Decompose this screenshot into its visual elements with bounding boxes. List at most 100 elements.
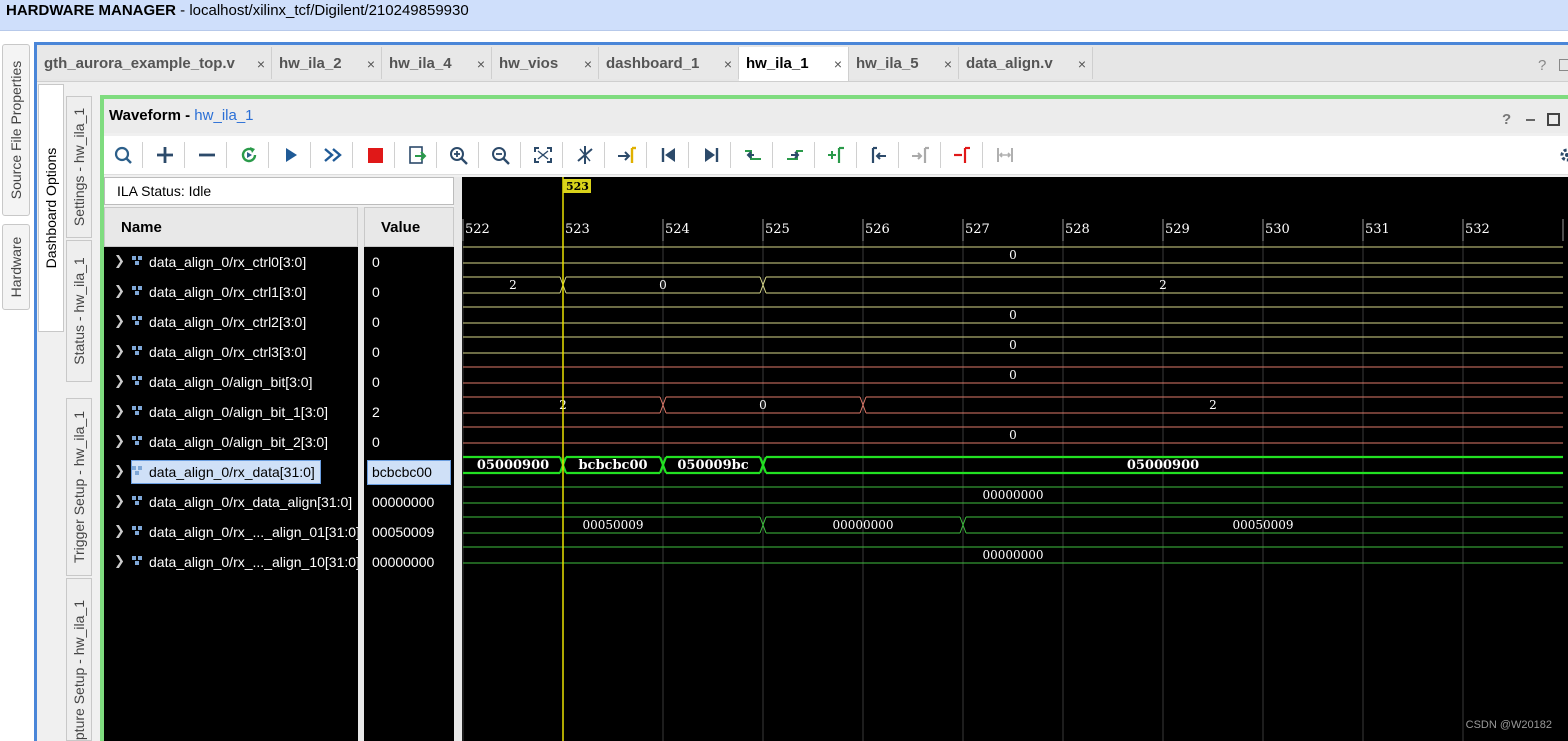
gear-icon[interactable] — [1554, 143, 1568, 167]
signal-value[interactable]: 00000000 — [364, 547, 454, 577]
minimize-icon[interactable] — [1526, 119, 1535, 121]
add-icon[interactable] — [152, 143, 178, 167]
search-icon[interactable] — [110, 143, 136, 167]
chevron-right-icon[interactable]: ❯ — [114, 493, 125, 509]
tab-trigger-setup-label: Trigger Setup - hw_ila_1 — [71, 410, 87, 564]
signal-value[interactable]: 2 — [364, 397, 454, 427]
refresh-icon[interactable] — [236, 143, 262, 167]
chevron-right-icon[interactable]: ❯ — [114, 343, 125, 359]
tab-trigger-setup-hw-ila-1[interactable]: Trigger Setup - hw_ila_1 — [66, 398, 92, 576]
name-column-header[interactable]: Name — [104, 207, 358, 247]
signal-row[interactable]: ❯ data_align_0/rx_ctrl0[3:0] — [104, 247, 358, 277]
bus-value-label: 00050009 — [1232, 518, 1293, 532]
name-header-label: Name — [121, 219, 162, 236]
tab-settings-hw-ila-1[interactable]: Settings - hw_ila_1 — [66, 96, 92, 238]
restore-icon[interactable] — [1559, 59, 1568, 71]
close-icon[interactable]: × — [367, 56, 375, 72]
tab-hw-ila-1[interactable]: hw_ila_1 × — [739, 47, 849, 81]
zoom-out-icon[interactable] — [488, 143, 514, 167]
previous-marker-icon[interactable] — [866, 143, 892, 167]
tab-hw-ila-4[interactable]: hw_ila_4 × — [382, 47, 492, 79]
swap-cursors-icon[interactable] — [992, 143, 1018, 167]
go-to-end-icon[interactable] — [698, 143, 724, 167]
chevron-right-icon[interactable]: ❯ — [114, 373, 125, 389]
tab-capture-setup-hw-ila-1[interactable]: Capture Setup - hw_ila_1 — [66, 578, 92, 741]
signal-value[interactable]: 00050009 — [364, 517, 454, 547]
tab-hw-vios[interactable]: hw_vios × — [492, 47, 599, 79]
go-to-cursor-icon[interactable] — [614, 143, 640, 167]
maximize-icon[interactable] — [1547, 113, 1560, 126]
stop-icon[interactable] — [362, 143, 388, 167]
tab-gth-aurora-example-top[interactable]: gth_aurora_example_top.v × — [37, 47, 272, 79]
tab-hw-ila-2[interactable]: hw_ila_2 × — [272, 47, 382, 79]
tab-dashboard-options[interactable]: Dashboard Options — [38, 84, 64, 332]
signal-row[interactable]: ❯ data_align_0/rx_data_align[31:0] — [104, 487, 358, 517]
signal-row[interactable]: ❯ data_align_0/rx_data[31:0] — [104, 457, 358, 487]
delete-marker-icon[interactable] — [950, 143, 976, 167]
chevron-right-icon[interactable]: ❯ — [114, 463, 125, 479]
chevron-right-icon[interactable]: ❯ — [114, 553, 125, 569]
previous-transition-icon[interactable] — [740, 143, 766, 167]
time-tick-label: 527 — [965, 222, 990, 237]
remove-icon[interactable] — [194, 143, 220, 167]
tab-hw-ila-5[interactable]: hw_ila_5 × — [849, 47, 959, 79]
chevron-right-icon[interactable]: ❯ — [114, 403, 125, 419]
signal-value[interactable]: 0 — [364, 307, 454, 337]
signal-row[interactable]: ❯ data_align_0/rx_ctrl1[3:0] — [104, 277, 358, 307]
signal-value-text: bcbcbc00 — [372, 464, 432, 480]
next-marker-icon[interactable] — [908, 143, 934, 167]
signal-value-text: 0 — [372, 344, 380, 360]
chevron-right-icon[interactable]: ❯ — [114, 433, 125, 449]
signal-row[interactable]: ❯ data_align_0/align_bit_1[3:0] — [104, 397, 358, 427]
close-icon[interactable]: × — [1078, 56, 1086, 72]
add-marker-icon[interactable] — [824, 143, 850, 167]
export-icon[interactable] — [404, 143, 430, 167]
zoom-fit-icon[interactable] — [530, 143, 556, 167]
signal-row[interactable]: ❯ data_align_0/rx_..._align_10[31:0] — [104, 547, 358, 577]
close-icon[interactable]: × — [834, 56, 842, 72]
close-icon[interactable]: × — [584, 56, 592, 72]
tab-data-align-v[interactable]: data_align.v × — [959, 47, 1093, 79]
tab-source-file-properties[interactable]: Source File Properties — [2, 44, 30, 216]
close-icon[interactable]: × — [477, 56, 485, 72]
close-icon[interactable]: × — [724, 56, 732, 72]
tab-hardware[interactable]: Hardware — [2, 224, 30, 310]
signal-row[interactable]: ❯ data_align_0/align_bit_2[3:0] — [104, 427, 358, 457]
go-to-start-icon[interactable] — [656, 143, 682, 167]
bus-value-label: bcbcbc00 — [578, 458, 647, 473]
tab-dashboard-1[interactable]: dashboard_1 × — [599, 47, 739, 79]
signal-value[interactable]: 0 — [364, 277, 454, 307]
signal-value[interactable]: 0 — [364, 247, 454, 277]
chevron-right-icon[interactable]: ❯ — [114, 523, 125, 539]
close-icon[interactable]: × — [944, 56, 952, 72]
time-tick-label: 524 — [665, 222, 690, 237]
signal-value[interactable]: 0 — [364, 367, 454, 397]
chevron-right-icon[interactable]: ❯ — [114, 253, 125, 269]
signal-row[interactable]: ❯ data_align_0/rx_..._align_01[31:0] — [104, 517, 358, 547]
waveform-canvas[interactable]: 522 523 524 525 526 527 528 529 530 531 53202 0 2000… — [462, 177, 1568, 741]
waveform-subtitle: hw_ila_1 — [194, 107, 254, 124]
bus-value-label: 0 — [659, 278, 667, 292]
help-icon[interactable]: ? — [1538, 57, 1546, 74]
close-icon[interactable]: × — [257, 56, 265, 72]
signal-row[interactable]: ❯ data_align_0/align_bit[3:0] — [104, 367, 358, 397]
chevron-right-icon[interactable]: ❯ — [114, 313, 125, 329]
waveform-toolbar — [104, 136, 1568, 175]
value-column-header[interactable]: Value — [364, 207, 454, 247]
zoom-in-icon[interactable] — [446, 143, 472, 167]
signal-value[interactable]: 0 — [364, 427, 454, 457]
next-transition-icon[interactable] — [782, 143, 808, 167]
help-icon[interactable]: ? — [1502, 111, 1511, 128]
run-immediate-icon[interactable] — [320, 143, 346, 167]
signal-value[interactable]: bcbcbc00 — [364, 457, 454, 487]
tab-status-hw-ila-1[interactable]: Status - hw_ila_1 — [66, 240, 92, 382]
cursor-label: 523 — [566, 180, 589, 193]
chevron-right-icon[interactable]: ❯ — [114, 283, 125, 299]
signal-value[interactable]: 00000000 — [364, 487, 454, 517]
column-divider[interactable] — [454, 177, 462, 741]
signal-value[interactable]: 0 — [364, 337, 454, 367]
signal-row[interactable]: ❯ data_align_0/rx_ctrl3[3:0] — [104, 337, 358, 367]
snap-icon[interactable] — [572, 143, 598, 167]
signal-row[interactable]: ❯ data_align_0/rx_ctrl2[3:0] — [104, 307, 358, 337]
run-trigger-icon[interactable] — [278, 143, 304, 167]
